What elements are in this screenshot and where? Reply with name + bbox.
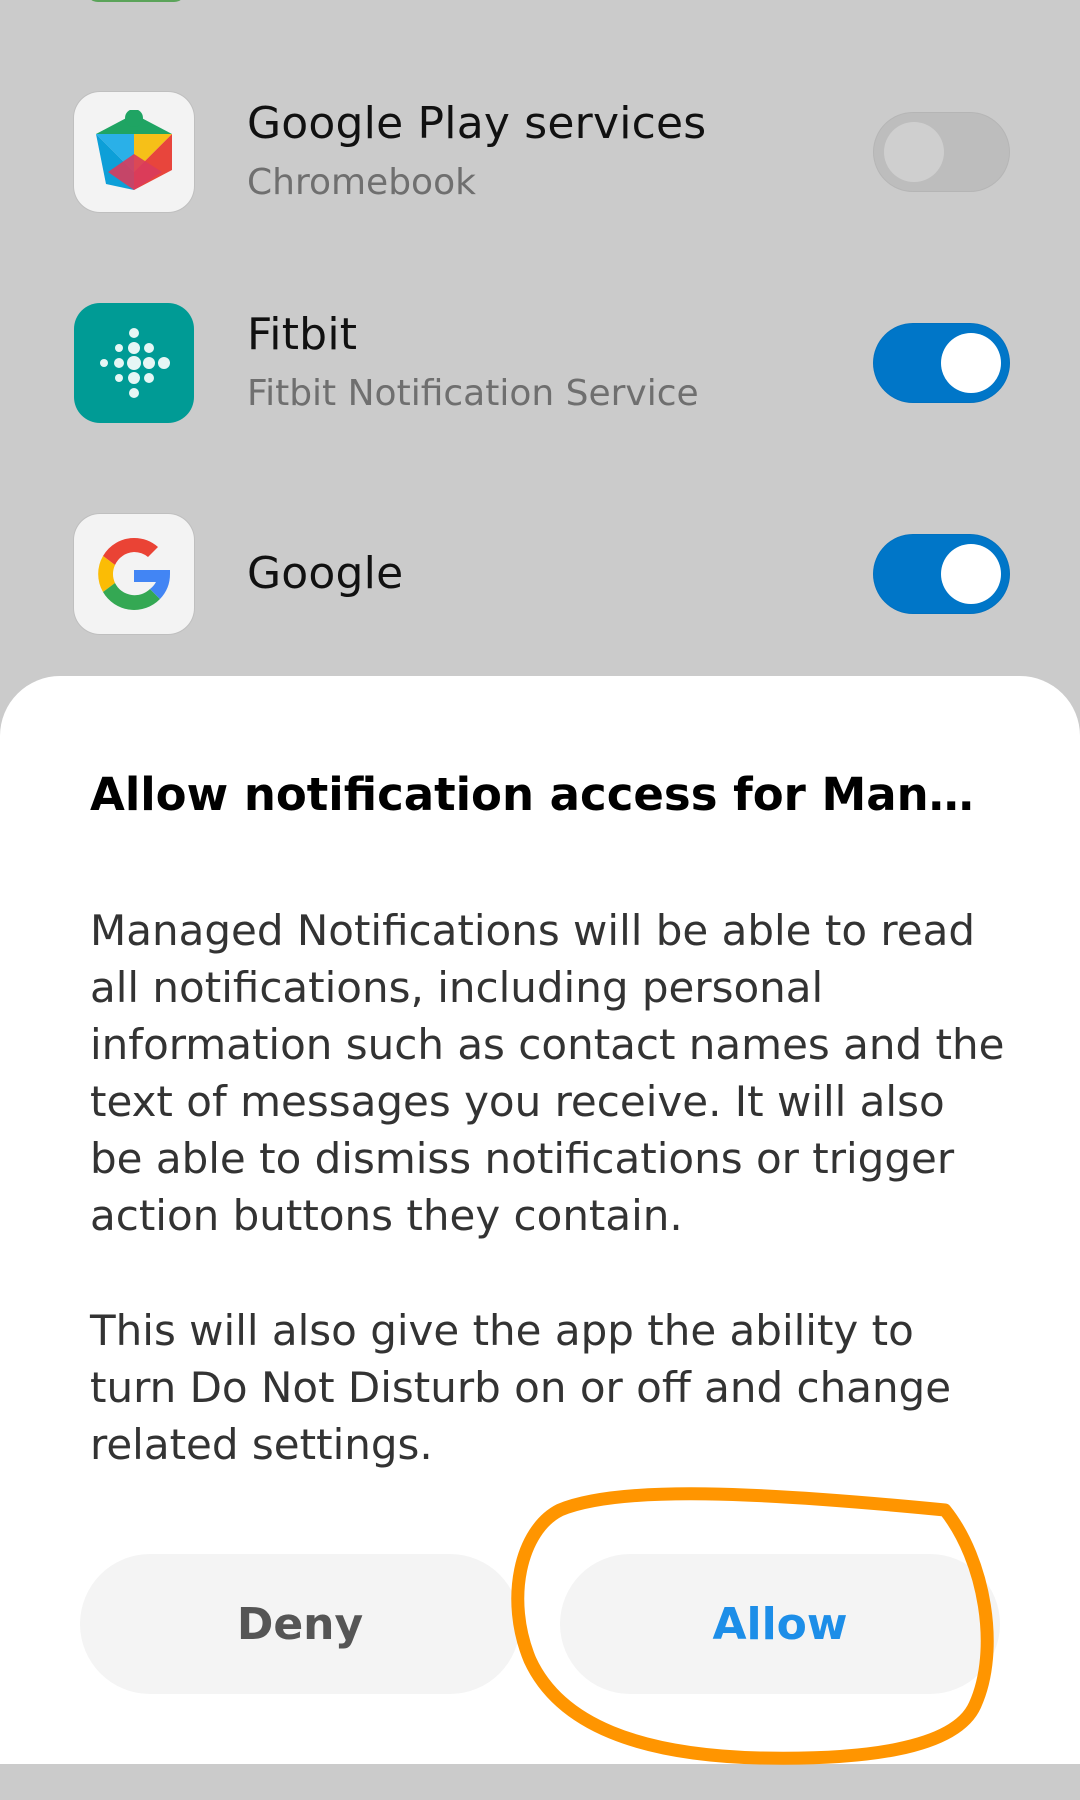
fitbit-icon	[74, 303, 194, 423]
app-name: Fitbit	[247, 309, 358, 360]
dialog-body-paragraph-2: This will also give the app the ability …	[90, 1306, 952, 1469]
app-subtitle: Fitbit Notification Service	[247, 373, 699, 414]
navigation-bar-area	[0, 1764, 1080, 1800]
toggle-knob	[941, 544, 1001, 604]
allow-button[interactable]: Allow	[560, 1554, 1000, 1694]
app-name: Google Play services	[247, 98, 707, 149]
google-play-services-icon	[74, 92, 194, 212]
permission-dialog: Allow notification access for Manag… Man…	[0, 676, 1080, 1764]
notification-access-toggle[interactable]	[873, 323, 1010, 403]
toggle-knob	[941, 333, 1001, 393]
previous-row-icon-edge	[86, 0, 186, 2]
notification-access-toggle[interactable]	[873, 112, 1010, 192]
app-name: Google	[247, 548, 404, 599]
dialog-body-paragraph-1: Managed Notifications will be able to re…	[90, 906, 1005, 1240]
app-row-google[interactable]: Google	[0, 484, 1080, 664]
app-subtitle: Chromebook	[247, 162, 476, 203]
google-g-icon	[74, 514, 194, 634]
notification-access-toggle[interactable]	[873, 534, 1010, 614]
dialog-title: Allow notification access for Manag…	[90, 768, 990, 821]
toggle-knob	[884, 122, 944, 182]
deny-button[interactable]: Deny	[80, 1554, 520, 1694]
app-row-google-play-services[interactable]: Google Play services Chromebook	[0, 62, 1080, 242]
app-row-fitbit[interactable]: Fitbit Fitbit Notification Service	[0, 273, 1080, 453]
